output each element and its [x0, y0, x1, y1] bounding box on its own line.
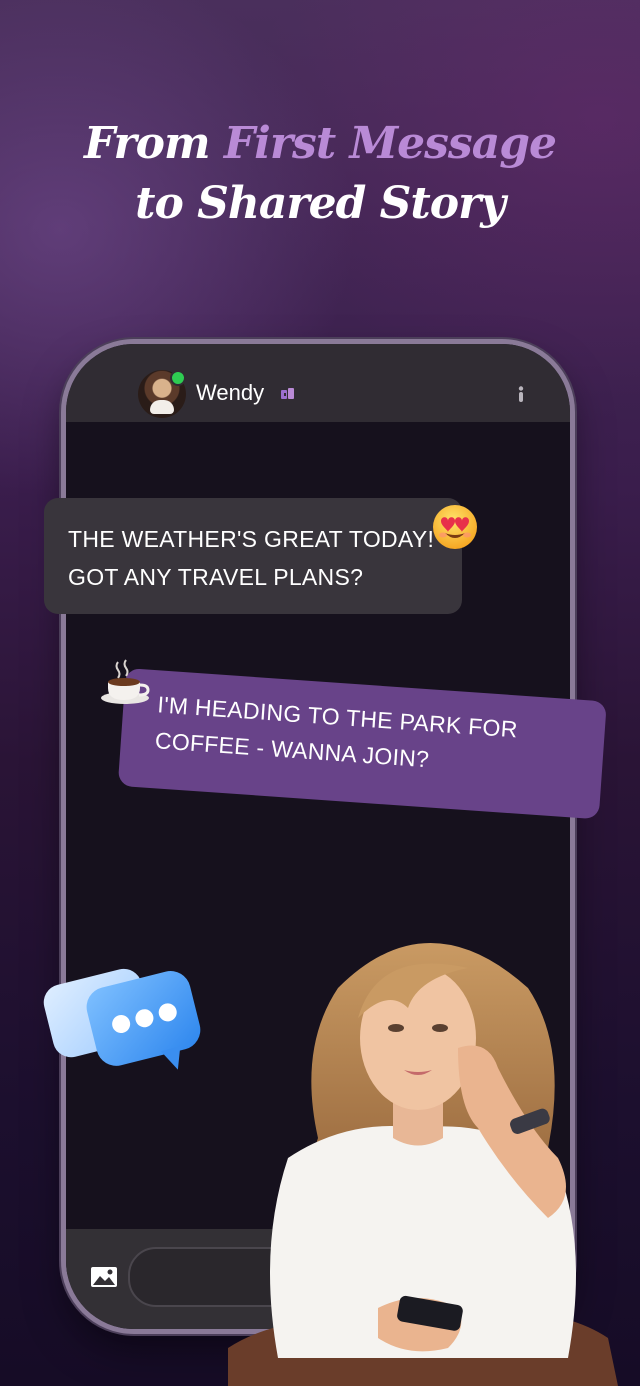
- more-vertical-icon[interactable]: [518, 386, 524, 402]
- chat-header: Wendy: [66, 344, 570, 422]
- coffee-cup-emoji-icon: [101, 659, 150, 704]
- incoming-message-line-2: GOT ANY TRAVEL PLANS?: [68, 564, 364, 590]
- incoming-message-bubble: THE WEATHER'S GREAT TODAY! GOT ANY TRAVE…: [44, 498, 462, 614]
- typing-chat-bubbles-icon: [43, 968, 201, 1070]
- online-status-dot: [170, 370, 186, 386]
- headline-from: From: [84, 118, 224, 169]
- headline-line-1: From First Message: [0, 118, 640, 169]
- heart-eyes-emoji-icon: [433, 505, 477, 549]
- incoming-message-line-1: THE WEATHER'S GREAT TODAY!: [68, 526, 435, 552]
- image-gallery-icon[interactable]: [90, 1266, 118, 1288]
- headline-line-2: to Shared Story: [135, 178, 506, 229]
- verified-badge-icon: [281, 388, 294, 399]
- contact-name[interactable]: Wendy: [196, 380, 264, 406]
- woman-photo: [228, 943, 618, 1386]
- headline-accent: First Message: [223, 118, 557, 169]
